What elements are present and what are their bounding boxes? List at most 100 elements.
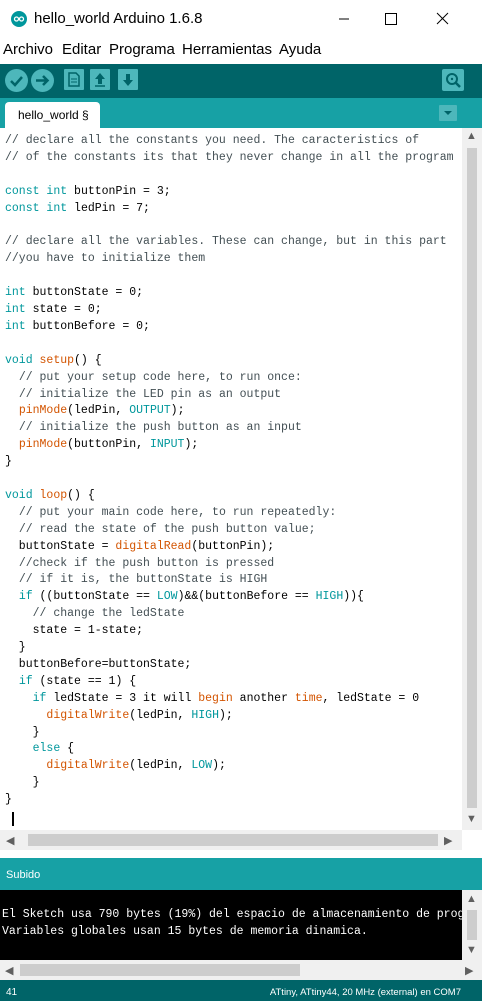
panel-divider[interactable] (0, 850, 482, 858)
close-button[interactable] (420, 0, 466, 38)
code-token: pinMode (18, 438, 68, 452)
code-line: // initialize the LED pin as an output (5, 386, 281, 403)
code-line: //check if the push button is pressed (5, 555, 274, 572)
code-line: // initialize the push button as an inpu… (5, 419, 302, 436)
serial-monitor-icon[interactable] (442, 69, 464, 91)
code-token: HIGH (315, 590, 344, 604)
code-line: buttonState = digitalRead(buttonPin); (5, 538, 274, 555)
console-horizontal-scroll-thumb[interactable] (20, 964, 300, 976)
code-token: state = 0; (25, 303, 102, 316)
code-token: //check if the push button is pressed (18, 556, 275, 570)
code-token: buttonPin = 3; (67, 184, 171, 198)
code-token: HIGH (191, 708, 219, 722)
code-token: } (5, 793, 12, 807)
code-token: // initialize the push button as an inpu… (18, 421, 302, 435)
code-token: (ledPin, (67, 404, 130, 418)
code-token: , ledState = 0 (322, 691, 420, 705)
console-scroll-left-arrow-icon[interactable]: ◀ (5, 964, 13, 977)
code-line: } (5, 453, 12, 470)
code-token: (buttonPin, (67, 438, 150, 452)
code-token: // declare all the constants you need. T… (5, 134, 420, 147)
open-icon[interactable] (90, 69, 110, 90)
code-token: () { (67, 488, 95, 502)
code-line: //you have to initialize them (5, 250, 205, 267)
code-token: buttonBefore = 0; (25, 319, 150, 333)
code-line: void loop() { (5, 487, 95, 504)
upload-icon[interactable] (31, 69, 54, 92)
console-scroll-right-arrow-icon[interactable]: ▶ (465, 964, 473, 977)
board-info: ATtiny, ATtiny44, 20 MHz (external) en C… (269, 987, 461, 998)
code-token: int (5, 303, 26, 316)
window-title: hello_world Arduino 1.6.8 (34, 10, 203, 27)
code-token: { (60, 742, 75, 756)
code-token: begin (198, 691, 233, 705)
code-token: const (5, 201, 40, 215)
scroll-left-arrow-icon[interactable]: ◀ (6, 834, 14, 847)
code-line: state = 1-state; (5, 622, 143, 639)
console-output[interactable]: El Sketch usa 790 bytes (19%) del espaci… (0, 890, 462, 960)
tab-menu-chevron-down-icon[interactable] (439, 105, 457, 121)
menu-editar[interactable]: Editar (62, 41, 101, 58)
scroll-down-arrow-icon[interactable]: ▼ (466, 813, 477, 825)
menu-programa[interactable]: Programa (109, 41, 175, 58)
maximize-button[interactable] (367, 0, 413, 38)
code-line: } (5, 724, 40, 741)
scroll-up-arrow-icon[interactable]: ▲ (466, 130, 477, 142)
code-token: // initialize the LED pin as an output (18, 387, 282, 401)
verify-icon[interactable] (5, 69, 28, 92)
code-line: digitalWrite(ledPin, HIGH); (5, 707, 232, 724)
scroll-right-arrow-icon[interactable]: ▶ (444, 834, 452, 847)
code-editor[interactable]: // declare all the constants you need. T… (0, 128, 462, 830)
code-line: const int buttonPin = 3; (5, 183, 171, 200)
toolbar (0, 64, 482, 98)
code-token: ); (170, 404, 185, 418)
code-line: } (5, 774, 40, 791)
console-vertical-scroll-thumb[interactable] (467, 910, 477, 940)
code-token: else (32, 742, 61, 756)
console-line: El Sketch usa 790 bytes (19%) del espaci… (2, 908, 462, 921)
code-line: else { (5, 740, 74, 757)
code-token: // of the constants its that they never … (5, 150, 454, 164)
code-line: // declare all the constants you need. T… (5, 132, 419, 149)
code-token: // change the ledState (32, 607, 185, 621)
code-line: digitalWrite(ledPin, LOW); (5, 757, 225, 774)
save-icon[interactable] (118, 69, 138, 90)
tab-hello-world[interactable]: hello_world § (5, 102, 100, 128)
editor-horizontal-scroll-thumb[interactable] (28, 834, 438, 846)
code-line: // put your setup code here, to run once… (5, 369, 302, 386)
code-token: void (5, 488, 33, 502)
code-token: (ledPin, (129, 759, 192, 773)
editor-vertical-scroll-thumb[interactable] (467, 148, 477, 808)
code-token: int (5, 319, 26, 333)
menu-herramientas[interactable]: Herramientas (182, 41, 272, 58)
minimize-button[interactable] (321, 0, 367, 38)
menu-archivo[interactable]: Archivo (3, 41, 53, 58)
console-scroll-down-arrow-icon[interactable]: ▼ (466, 944, 477, 956)
code-token: digitalRead (115, 539, 192, 553)
code-token: if (32, 691, 47, 705)
code-token: int (46, 201, 68, 215)
console-scroll-up-arrow-icon[interactable]: ▲ (466, 893, 477, 905)
menu-bar: Archivo Editar Programa Herramientas Ayu… (0, 38, 482, 64)
code-token: setup (39, 353, 75, 367)
code-line: if ((buttonState == LOW)&&(buttonBefore … (5, 588, 364, 605)
code-token: // declare all the variables. These can … (5, 235, 447, 249)
menu-ayuda[interactable]: Ayuda (279, 41, 321, 58)
code-token: int (46, 184, 68, 198)
code-token: ); (184, 438, 199, 452)
code-token: loop (39, 488, 68, 502)
code-line: // change the ledState (5, 605, 185, 622)
new-icon[interactable] (64, 69, 84, 90)
code-token: // if it is, the buttonState is HIGH (18, 573, 268, 587)
code-line: int buttonState = 0; (5, 284, 143, 301)
code-token: } (5, 455, 12, 469)
tab-bar: hello_world § (0, 98, 482, 128)
